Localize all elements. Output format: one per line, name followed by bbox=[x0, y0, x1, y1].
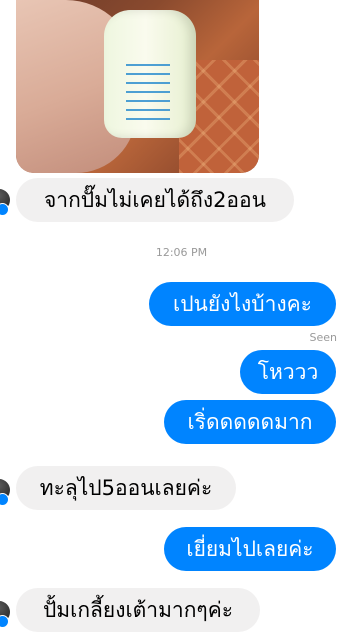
message-incoming[interactable]: ปั้มเกลี้ยงเต้ามากๆค่ะ bbox=[16, 588, 260, 632]
contact-avatar[interactable] bbox=[0, 189, 10, 216]
message-text: ปั้มเกลี้ยงเต้ามากๆค่ะ bbox=[42, 597, 234, 622]
message-timestamp: 12:06 PM bbox=[155, 246, 208, 259]
photo-milk-bottle bbox=[104, 10, 196, 138]
message-outgoing[interactable]: เปนยังไงบ้างคะ bbox=[149, 282, 336, 326]
message-outgoing[interactable]: เยี่ยมไปเลยค่ะ bbox=[164, 527, 336, 571]
messenger-badge-icon bbox=[0, 615, 9, 628]
seen-indicator: Seen bbox=[309, 331, 338, 344]
message-incoming[interactable]: ทะลุไป5ออนเลยค่ะ bbox=[16, 466, 236, 510]
message-outgoing[interactable]: โหววว bbox=[240, 350, 336, 394]
contact-avatar[interactable] bbox=[0, 479, 10, 506]
message-text: โหววว bbox=[257, 359, 319, 384]
messenger-badge-icon bbox=[0, 493, 9, 506]
message-text: เปนยังไงบ้างคะ bbox=[173, 291, 312, 316]
message-text: เยี่ยมไปเลยค่ะ bbox=[186, 536, 314, 561]
message-text: จากปั๊มไม่เคยได้ถึง2ออน bbox=[43, 187, 267, 212]
message-outgoing[interactable]: เริ่ดดดดดมาก bbox=[164, 400, 336, 444]
message-text: เริ่ดดดดดมาก bbox=[187, 409, 313, 434]
bottle-measure-marks bbox=[126, 64, 170, 124]
shared-photo[interactable] bbox=[16, 0, 259, 173]
message-text: ทะลุไป5ออนเลยค่ะ bbox=[39, 475, 213, 500]
contact-avatar[interactable] bbox=[0, 601, 10, 628]
message-incoming[interactable]: จากปั๊มไม่เคยได้ถึง2ออน bbox=[16, 178, 294, 222]
messenger-badge-icon bbox=[0, 203, 9, 216]
